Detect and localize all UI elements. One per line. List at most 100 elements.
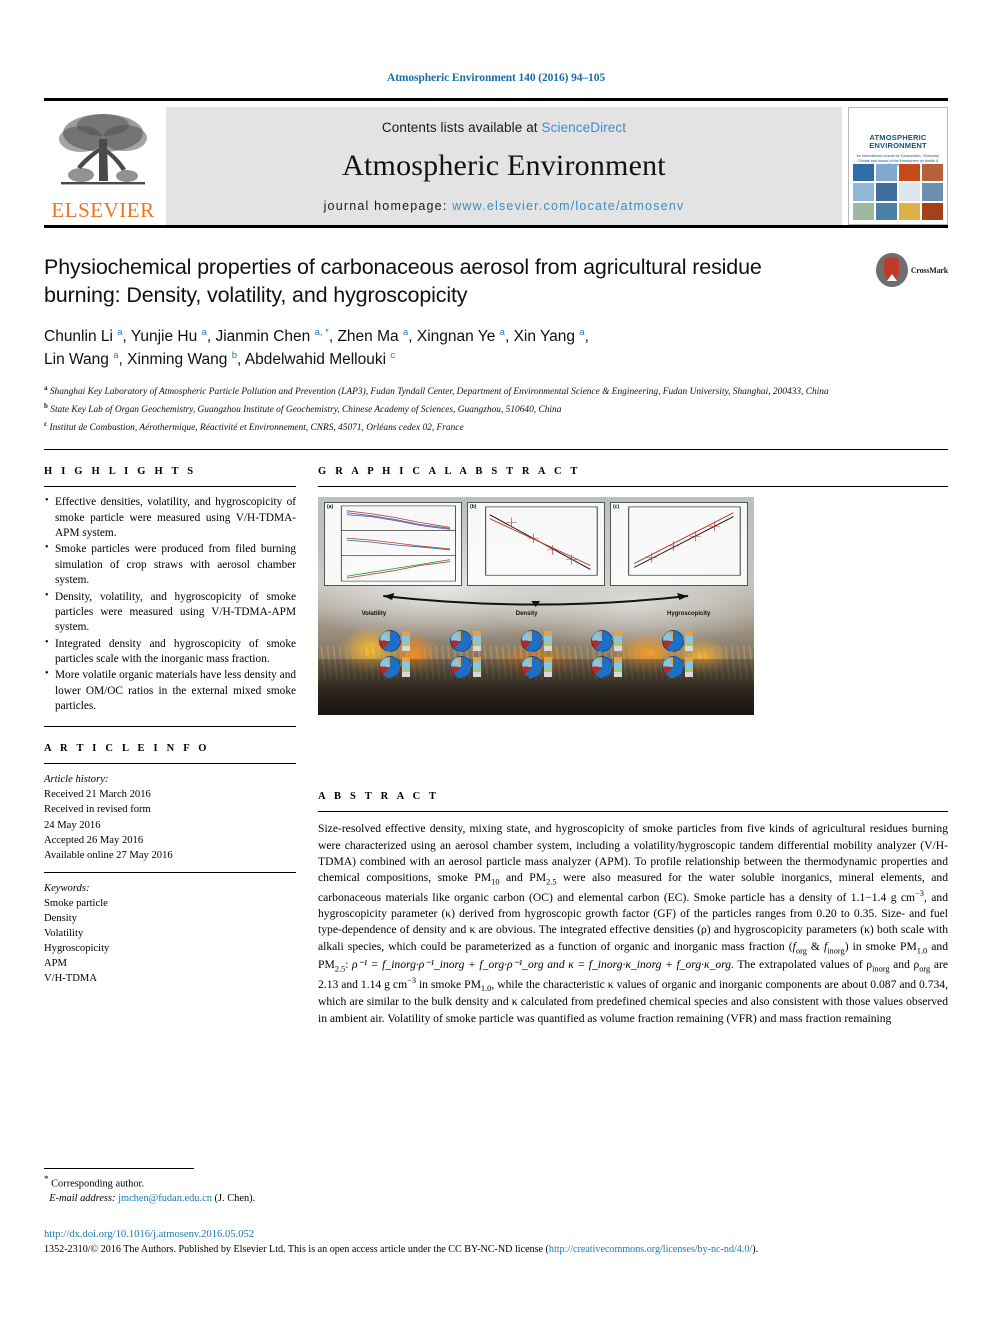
corresponding-author-note: * Corresponding author. E-mail address: … (44, 1173, 948, 1207)
email-link[interactable]: jmchen@fudan.edu.cn (118, 1193, 212, 1204)
ga-pie-unit (449, 630, 481, 653)
author: Xinming Wang b (127, 349, 237, 368)
ga-panel-c-label: (c) (613, 504, 620, 511)
copyright-line: 1352-2310/© 2016 The Authors. Published … (44, 1243, 948, 1257)
ga-pie-unit (591, 656, 623, 679)
abstract-sub: org (795, 945, 807, 955)
journal-title: Atmospheric Environment (342, 149, 666, 182)
ga-pie-unit (449, 656, 481, 679)
highlights-rule (44, 486, 296, 488)
cover-title: ATMOSPHERIC ENVIRONMENT (869, 132, 927, 151)
homepage-url[interactable]: www.elsevier.com/locate/atmosenv (452, 199, 684, 213)
pie-chart-icon (379, 630, 402, 653)
keywords-block: Keywords: Smoke particle Density Volatil… (44, 873, 296, 986)
list-item: Density, volatility, and hygroscopicity … (44, 589, 296, 636)
ga-pie-unit (520, 630, 552, 653)
pie-chart-icon (591, 630, 614, 653)
bar-stack-icon (402, 631, 411, 652)
double-arrow-icon (383, 593, 689, 608)
abstract-equation: ρ⁻¹ = f_inorg·ρ⁻¹_inorg + f_org·ρ⁻¹_org … (352, 957, 734, 971)
abstract-sub: inorg (872, 963, 890, 973)
ga-panel-a: (a) (324, 502, 462, 587)
graphical-abstract-rule (318, 486, 948, 488)
history-item: Received in revised form (44, 804, 151, 816)
abstract-sub: 2.5 (334, 963, 346, 973)
keywords-label: Keywords: (44, 882, 90, 894)
email-label: E-mail address: (49, 1193, 116, 1205)
page-title: Physiochemical properties of carbonaceou… (44, 255, 762, 307)
author: Xin Yang a (513, 326, 585, 346)
crossmark-badge[interactable]: CrossMark (876, 250, 948, 290)
abstract-sub: org (919, 963, 931, 973)
copyright-post: ). (752, 1243, 759, 1255)
bar-stack-icon (684, 657, 693, 678)
article-info-heading: A R T I C L E I N F O (44, 743, 210, 755)
abstract-heading: A B S T R A C T (318, 791, 440, 803)
author: Zhen Ma a (337, 326, 409, 346)
history-item: Available online 27 May 2016 (44, 849, 173, 861)
ga-panel-b-chart (485, 506, 598, 576)
bar-stack-icon (543, 631, 552, 652)
masthead-center: Contents lists available at ScienceDirec… (166, 107, 842, 225)
article-history: Article history: Received 21 March 2016 … (44, 764, 296, 862)
license-link[interactable]: http://creativecommons.org/licenses/by-n… (549, 1244, 752, 1255)
journal-homepage-line: journal homepage: www.elsevier.com/locat… (324, 199, 685, 213)
graphical-abstract-heading: G R A P H I C A L A B S T R A C T (318, 466, 581, 478)
abstract-text: Size-resolved effective density, mixing … (318, 812, 948, 1027)
sciencedirect-link[interactable]: ScienceDirect (542, 120, 627, 135)
copyright-pre: 1352-2310/© 2016 The Authors. Published … (44, 1243, 549, 1255)
list-item: Integrated density and hygroscopicity of… (44, 636, 296, 668)
elsevier-wordmark: ELSEVIER (51, 198, 155, 222)
journal-masthead: ELSEVIER Contents lists available at Sci… (44, 98, 948, 225)
pie-chart-icon (661, 630, 684, 653)
footnote-rule (44, 1168, 194, 1169)
bar-stack-icon (472, 657, 481, 678)
email-suffix: (J. Chen). (214, 1193, 256, 1205)
contents-prefix: Contents lists available at (381, 120, 542, 135)
author-list: Chunlin Li a, Yunjie Hu a, Jianmin Chen … (44, 326, 589, 368)
ga-panel-c-chart (628, 506, 741, 576)
bar-stack-icon (614, 631, 623, 652)
history-item: Accepted 26 May 2016 (44, 834, 144, 846)
history-item: 24 May 2016 (44, 819, 101, 831)
journal-cover-thumbnail: ATMOSPHERIC ENVIRONMENT An International… (848, 107, 948, 225)
author: Lin Wang a (44, 349, 119, 368)
ga-panel-b-label: (b) (470, 504, 477, 511)
list-item: Smoke particles were produced from filed… (44, 541, 296, 588)
affiliation: c Institut de Combustion, Aérothermique,… (44, 419, 464, 433)
abstract-sub: 10 (491, 877, 500, 887)
right-column: G R A P H I C A L A B S T R A C T (a) (b… (318, 450, 948, 1027)
doi-link[interactable]: http://dx.doi.org/10.1016/j.atmosenv.201… (44, 1229, 948, 1240)
bar-stack-icon (684, 631, 693, 652)
masthead-bottom-rule (44, 225, 948, 228)
graphical-abstract-figure: (a) (b) (c) Volatility Density Hygroscop… (318, 497, 754, 716)
abstract-seg: and ρ (889, 957, 920, 971)
title-block: Physiochemical properties of carbonaceou… (44, 253, 948, 435)
crossmark-icon (876, 253, 908, 287)
ga-panel-a-label: (a) (327, 504, 334, 511)
left-column: H I G H L I G H T S Effective densities,… (44, 450, 296, 1027)
ga-pie-matrix (379, 630, 693, 679)
abstract-seg: and PM (499, 871, 547, 885)
ga-pie-unit (379, 630, 411, 653)
ga-label-density: Density (515, 610, 538, 617)
ga-panel-row: (a) (b) (c) (324, 502, 748, 587)
keyword: Density (44, 912, 77, 924)
running-head: Atmospheric Environment 140 (2016) 94–10… (386, 72, 605, 84)
article-first-page: Atmospheric Environment 140 (2016) 94–10… (0, 0, 992, 1323)
keyword: Smoke particle (44, 897, 108, 909)
keyword: Hygroscopicity (44, 942, 110, 954)
abstract-sup: −3 (407, 975, 416, 985)
author: Abdelwahid Mellouki c (244, 349, 396, 368)
article-history-label: Article history: (44, 774, 109, 786)
elsevier-logo: ELSEVIER (44, 107, 162, 225)
contents-available-line: Contents lists available at ScienceDirec… (382, 120, 626, 135)
author: Jianmin Chen a, * (215, 326, 329, 346)
pie-chart-icon (520, 656, 543, 679)
ga-pie-unit (520, 656, 552, 679)
page-footer: * Corresponding author. E-mail address: … (44, 1168, 948, 1256)
ga-flow-labels: Volatility Density Hygroscopicity (362, 611, 711, 617)
pie-chart-icon (591, 656, 614, 679)
history-item: Received 21 March 2016 (44, 789, 151, 801)
ga-panel-b: (b) (467, 502, 605, 587)
